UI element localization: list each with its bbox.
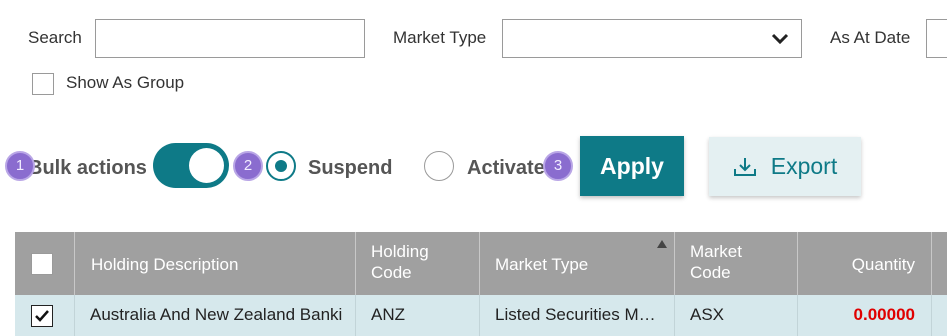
search-input[interactable] xyxy=(95,19,365,58)
step-badge-3: 3 xyxy=(543,151,573,181)
market-type-select[interactable] xyxy=(502,19,802,58)
step-badge-2: 2 xyxy=(233,151,263,181)
cell-next xyxy=(932,295,947,336)
suspend-label: Suspend xyxy=(308,157,393,179)
checkmark-icon xyxy=(35,310,49,322)
bulk-actions-toggle[interactable] xyxy=(153,143,229,188)
radio-selected-dot xyxy=(275,160,287,172)
export-button-label: Export xyxy=(770,153,838,179)
cell-market-code: ASX xyxy=(675,295,798,336)
toggle-knob xyxy=(189,148,224,183)
as-at-date-label: As At Date xyxy=(830,28,911,47)
search-label: Search xyxy=(28,28,82,47)
apply-button-label: Apply xyxy=(600,152,664,179)
header-select-all-cell xyxy=(15,232,75,295)
row-checkbox[interactable] xyxy=(31,305,53,327)
table-row[interactable]: Australia And New Zealand Banki ANZ List… xyxy=(15,295,947,336)
suspend-radio[interactable] xyxy=(266,151,296,181)
bulk-actions-label: Bulk actions xyxy=(28,157,147,179)
activate-radio[interactable] xyxy=(424,151,454,181)
export-button[interactable]: Export xyxy=(709,137,861,196)
activate-label: Activate xyxy=(467,157,545,179)
column-header-market-code[interactable]: Market Code xyxy=(675,232,798,295)
cell-market-type: Listed Securities M… xyxy=(480,295,675,336)
table-header: Holding Description Holding Code Market … xyxy=(15,232,947,295)
apply-button[interactable]: Apply xyxy=(580,136,684,196)
show-as-group-label: Show As Group xyxy=(66,73,185,92)
show-as-group-checkbox[interactable] xyxy=(32,73,54,95)
cell-holding-code: ANZ xyxy=(356,295,480,336)
chevron-down-icon xyxy=(771,33,789,45)
download-icon xyxy=(733,157,756,176)
market-type-label: Market Type xyxy=(393,28,487,47)
column-header-quantity[interactable]: Quantity xyxy=(798,232,932,295)
column-header-market-type[interactable]: Market Type xyxy=(480,232,675,295)
cell-quantity: 0.00000 xyxy=(798,295,932,336)
select-all-checkbox[interactable] xyxy=(31,253,53,275)
row-select-cell xyxy=(15,295,75,336)
as-at-date-input[interactable] xyxy=(926,19,947,58)
cell-holding-description: Australia And New Zealand Banki xyxy=(75,295,356,336)
column-header-holding-code[interactable]: Holding Code xyxy=(356,232,480,295)
step-badge-1: 1 xyxy=(5,151,35,181)
sort-asc-icon xyxy=(657,240,667,248)
column-header-holding-description[interactable]: Holding Description xyxy=(75,232,356,295)
column-header-next xyxy=(932,232,947,295)
